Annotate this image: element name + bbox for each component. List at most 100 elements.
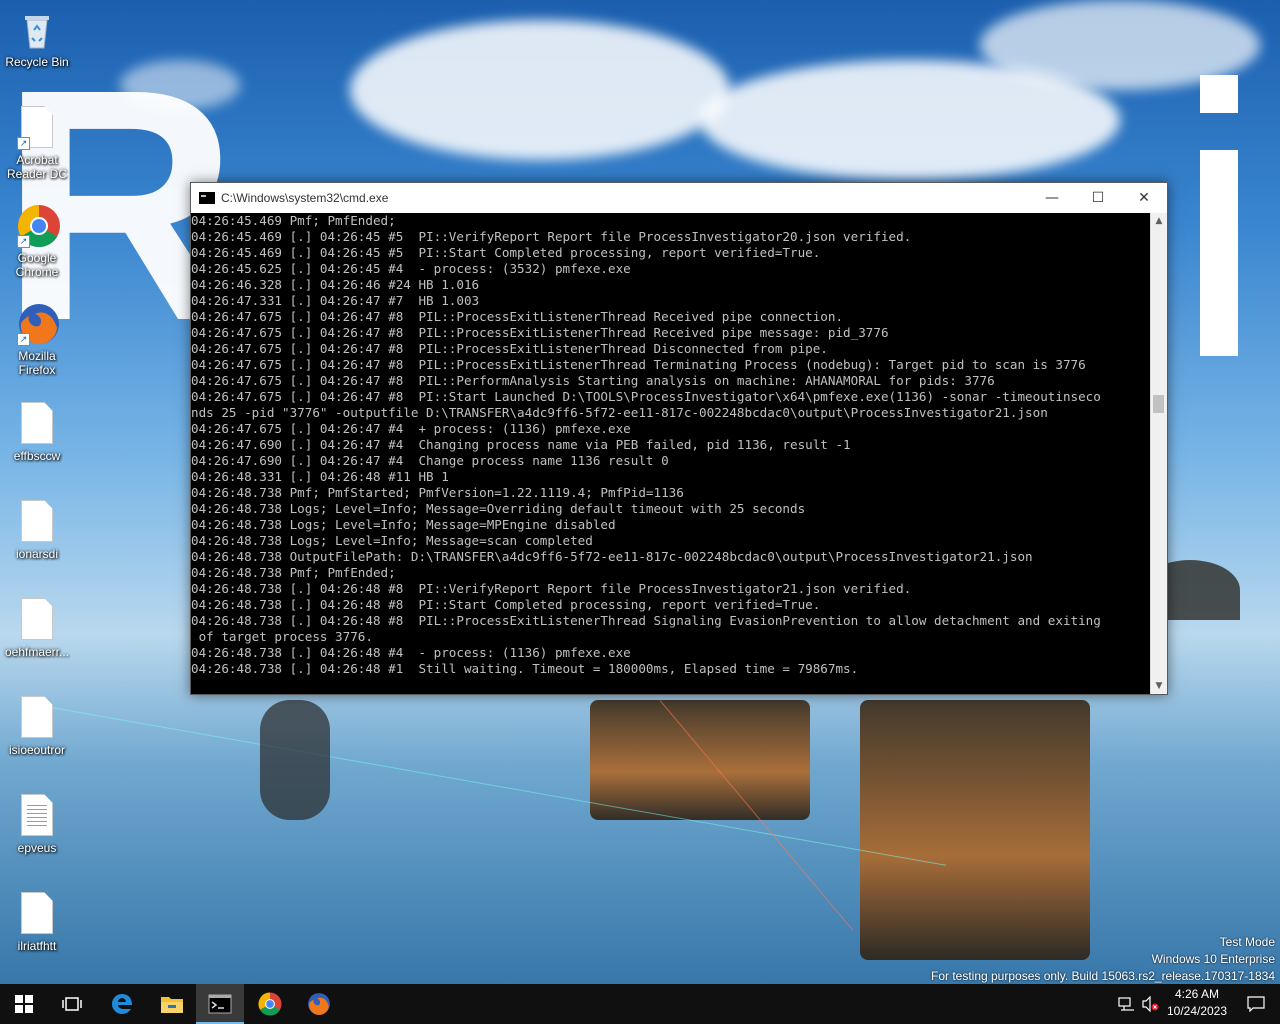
wallpaper-rock: [590, 700, 810, 820]
console-line: 04:26:48.738 Pmf; PmfStarted; PmfVersion…: [191, 485, 684, 500]
console-line: 04:26:48.331 [.] 04:26:48 #11 HB 1: [191, 469, 449, 484]
recycle-bin-icon: [17, 8, 57, 52]
taskbar-firefox-button[interactable]: [295, 984, 343, 1024]
console-line: 04:26:48.738 Logs; Level=Info; Message=M…: [191, 517, 616, 532]
action-center-button[interactable]: [1232, 984, 1280, 1024]
cmd-icon: [199, 192, 215, 204]
cmd-titlebar[interactable]: C:\Windows\system32\cmd.exe — ☐ ✕: [191, 183, 1167, 213]
taskbar-chrome-button[interactable]: [246, 984, 294, 1024]
console-lines: 04:26:45.469 Pmf; PmfEnded; 04:26:45.469 …: [191, 213, 1151, 677]
document-icon: [17, 696, 57, 740]
console-line: 04:26:47.675 [.] 04:26:47 #4 + process: …: [191, 421, 631, 436]
wallpaper-figure: [260, 700, 330, 820]
desktop-icon-label: Google Chrome: [15, 251, 59, 279]
task-view-icon: [62, 997, 82, 1011]
taskbar-clock[interactable]: 4:26 AM 10/24/2023: [1160, 986, 1234, 1020]
desktop-icon-label: Recycle Bin: [5, 55, 69, 69]
clock-date: 10/24/2023: [1166, 1004, 1228, 1018]
close-button[interactable]: ✕: [1121, 183, 1167, 213]
close-icon: ✕: [1138, 190, 1150, 206]
maximize-button[interactable]: ☐: [1075, 183, 1121, 213]
chrome-icon: ↗: [17, 204, 60, 248]
console-line: 04:26:47.675 [.] 04:26:47 #8 PIL::Proces…: [191, 357, 1086, 372]
console-line: 04:26:48.738 [.] 04:26:48 #4 - process: …: [191, 645, 631, 660]
console-line: 04:26:47.331 [.] 04:26:47 #7 HB 1.003: [191, 293, 480, 308]
console-line: 04:26:48.738 [.] 04:26:48 #8 PI::VerifyR…: [191, 581, 912, 596]
wallpaper-rock: [860, 700, 1090, 960]
start-button[interactable]: [0, 984, 48, 1024]
console-line: 04:26:45.469 [.] 04:26:45 #5 PI::Start C…: [191, 245, 821, 260]
document-icon: [17, 402, 57, 446]
window-title: C:\Windows\system32\cmd.exe: [221, 191, 389, 205]
console-line: of target process 3776.: [191, 629, 373, 644]
desktop-icon-file[interactable]: isioeoutror: [1, 696, 73, 757]
taskbar-explorer-button[interactable]: [148, 984, 196, 1024]
console-line: 04:26:48.738 [.] 04:26:48 #8 PI::Start C…: [191, 597, 821, 612]
document-icon: [17, 892, 57, 936]
cmd-icon: [208, 994, 232, 1014]
desktop-icon-label: effbsccw: [13, 449, 61, 463]
desktop-icon-label: epveus: [17, 841, 57, 855]
document-icon: [17, 598, 57, 642]
console-output[interactable]: 04:26:45.469 Pmf; PmfEnded; 04:26:45.469 …: [191, 213, 1151, 694]
console-line: 04:26:48.738 [.] 04:26:48 #8 PIL::Proces…: [191, 613, 1101, 628]
desktop-icon-label: oehfmaerr...: [4, 645, 70, 659]
console-line: 04:26:47.675 [.] 04:26:47 #8 PIL::Perfor…: [191, 373, 995, 388]
watermark-edition: Windows 10 Enterprise: [1151, 952, 1275, 966]
network-icon: [1118, 997, 1134, 1011]
desktop-icon-chrome[interactable]: ↗ Google Chrome: [1, 204, 73, 279]
desktop-icon-file[interactable]: oehfmaerr...: [1, 598, 73, 659]
start-icon: [15, 995, 33, 1013]
console-line: 04:26:47.675 [.] 04:26:47 #8 PIL::Proces…: [191, 341, 828, 356]
scroll-down-arrow-icon[interactable]: ▼: [1151, 678, 1167, 694]
console-line: 04:26:48.738 Pmf; PmfEnded;: [191, 565, 396, 580]
file-explorer-icon: [161, 997, 183, 1013]
taskbar-cmd-button[interactable]: [196, 984, 244, 1024]
desktop-icon-file[interactable]: ionarsdi: [1, 500, 73, 561]
console-line: 04:26:48.738 Logs; Level=Info; Message=O…: [191, 501, 806, 516]
desktop-icon-recycle-bin[interactable]: Recycle Bin: [1, 8, 73, 69]
minimize-icon: —: [1045, 190, 1059, 206]
minimize-button[interactable]: —: [1029, 183, 1075, 213]
taskbar: 4:26 AM 10/24/2023: [0, 984, 1280, 1024]
notification-icon: [1247, 996, 1265, 1012]
windows-watermark: Test Mode Windows 10 Enterprise For test…: [931, 934, 1275, 984]
desktop-icon-text-file[interactable]: epveus: [1, 794, 73, 855]
cmd-window[interactable]: C:\Windows\system32\cmd.exe — ☐ ✕ 04:26:…: [190, 182, 1168, 695]
text-document-icon: [17, 794, 57, 838]
console-line: 04:26:46.328 [.] 04:26:46 #24 HB 1.016: [191, 277, 480, 292]
desktop-icon-file[interactable]: ilriatfhtt: [1, 892, 73, 953]
desktop-icon-firefox[interactable]: ↗ Mozilla Firefox: [1, 302, 73, 377]
console-line: 04:26:48.738 OutputFilePath: D:\TRANSFER…: [191, 549, 1033, 564]
volume-muted-icon: [1142, 996, 1159, 1012]
task-view-button[interactable]: [48, 984, 96, 1024]
scroll-up-arrow-icon[interactable]: ▲: [1151, 213, 1167, 229]
maximize-icon: ☐: [1091, 190, 1105, 206]
console-line: 04:26:47.675 [.] 04:26:47 #8 PIL::Proces…: [191, 325, 889, 340]
firefox-icon: ↗: [17, 302, 59, 346]
watermark-test-mode: Test Mode: [1219, 935, 1275, 949]
document-icon: [17, 500, 57, 544]
tray-volume-button[interactable]: [1140, 984, 1162, 1024]
wallpaper-line: [39, 705, 947, 866]
edge-icon: [112, 994, 132, 1014]
wallpaper-cloud: [350, 20, 730, 160]
scrollbar-thumb[interactable]: [1153, 395, 1164, 413]
wallpaper-letter-dot: [1200, 75, 1238, 113]
console-line: 04:26:48.738 Logs; Level=Info; Message=s…: [191, 533, 593, 548]
console-line: 04:26:47.675 [.] 04:26:47 #8 PI::Start L…: [191, 389, 1101, 404]
taskbar-edge-button[interactable]: [98, 984, 146, 1024]
desktop-icon-label: Acrobat Reader DC: [6, 153, 68, 181]
tray-network-button[interactable]: [1114, 984, 1140, 1024]
vertical-scrollbar[interactable]: ▲ ▼: [1150, 213, 1167, 694]
console-line: 04:26:48.738 [.] 04:26:48 #1 Still waiti…: [191, 661, 859, 676]
chrome-icon: [258, 992, 282, 1016]
desktop-icon-acrobat[interactable]: ↗ Acrobat Reader DC: [1, 106, 73, 181]
desktop-icon-label: Mozilla Firefox: [18, 349, 56, 377]
console-line: 04:26:45.625 [.] 04:26:45 #4 - process: …: [191, 261, 631, 276]
desktop-icon-file[interactable]: effbsccw: [1, 402, 73, 463]
clock-time: 4:26 AM: [1174, 987, 1220, 1001]
console-line: 04:26:47.690 [.] 04:26:47 #4 Changing pr…: [191, 437, 851, 452]
desktop-icon-label: ionarsdi: [15, 547, 59, 561]
console-line: 04:26:45.469 [.] 04:26:45 #5 PI::VerifyR…: [191, 229, 912, 244]
